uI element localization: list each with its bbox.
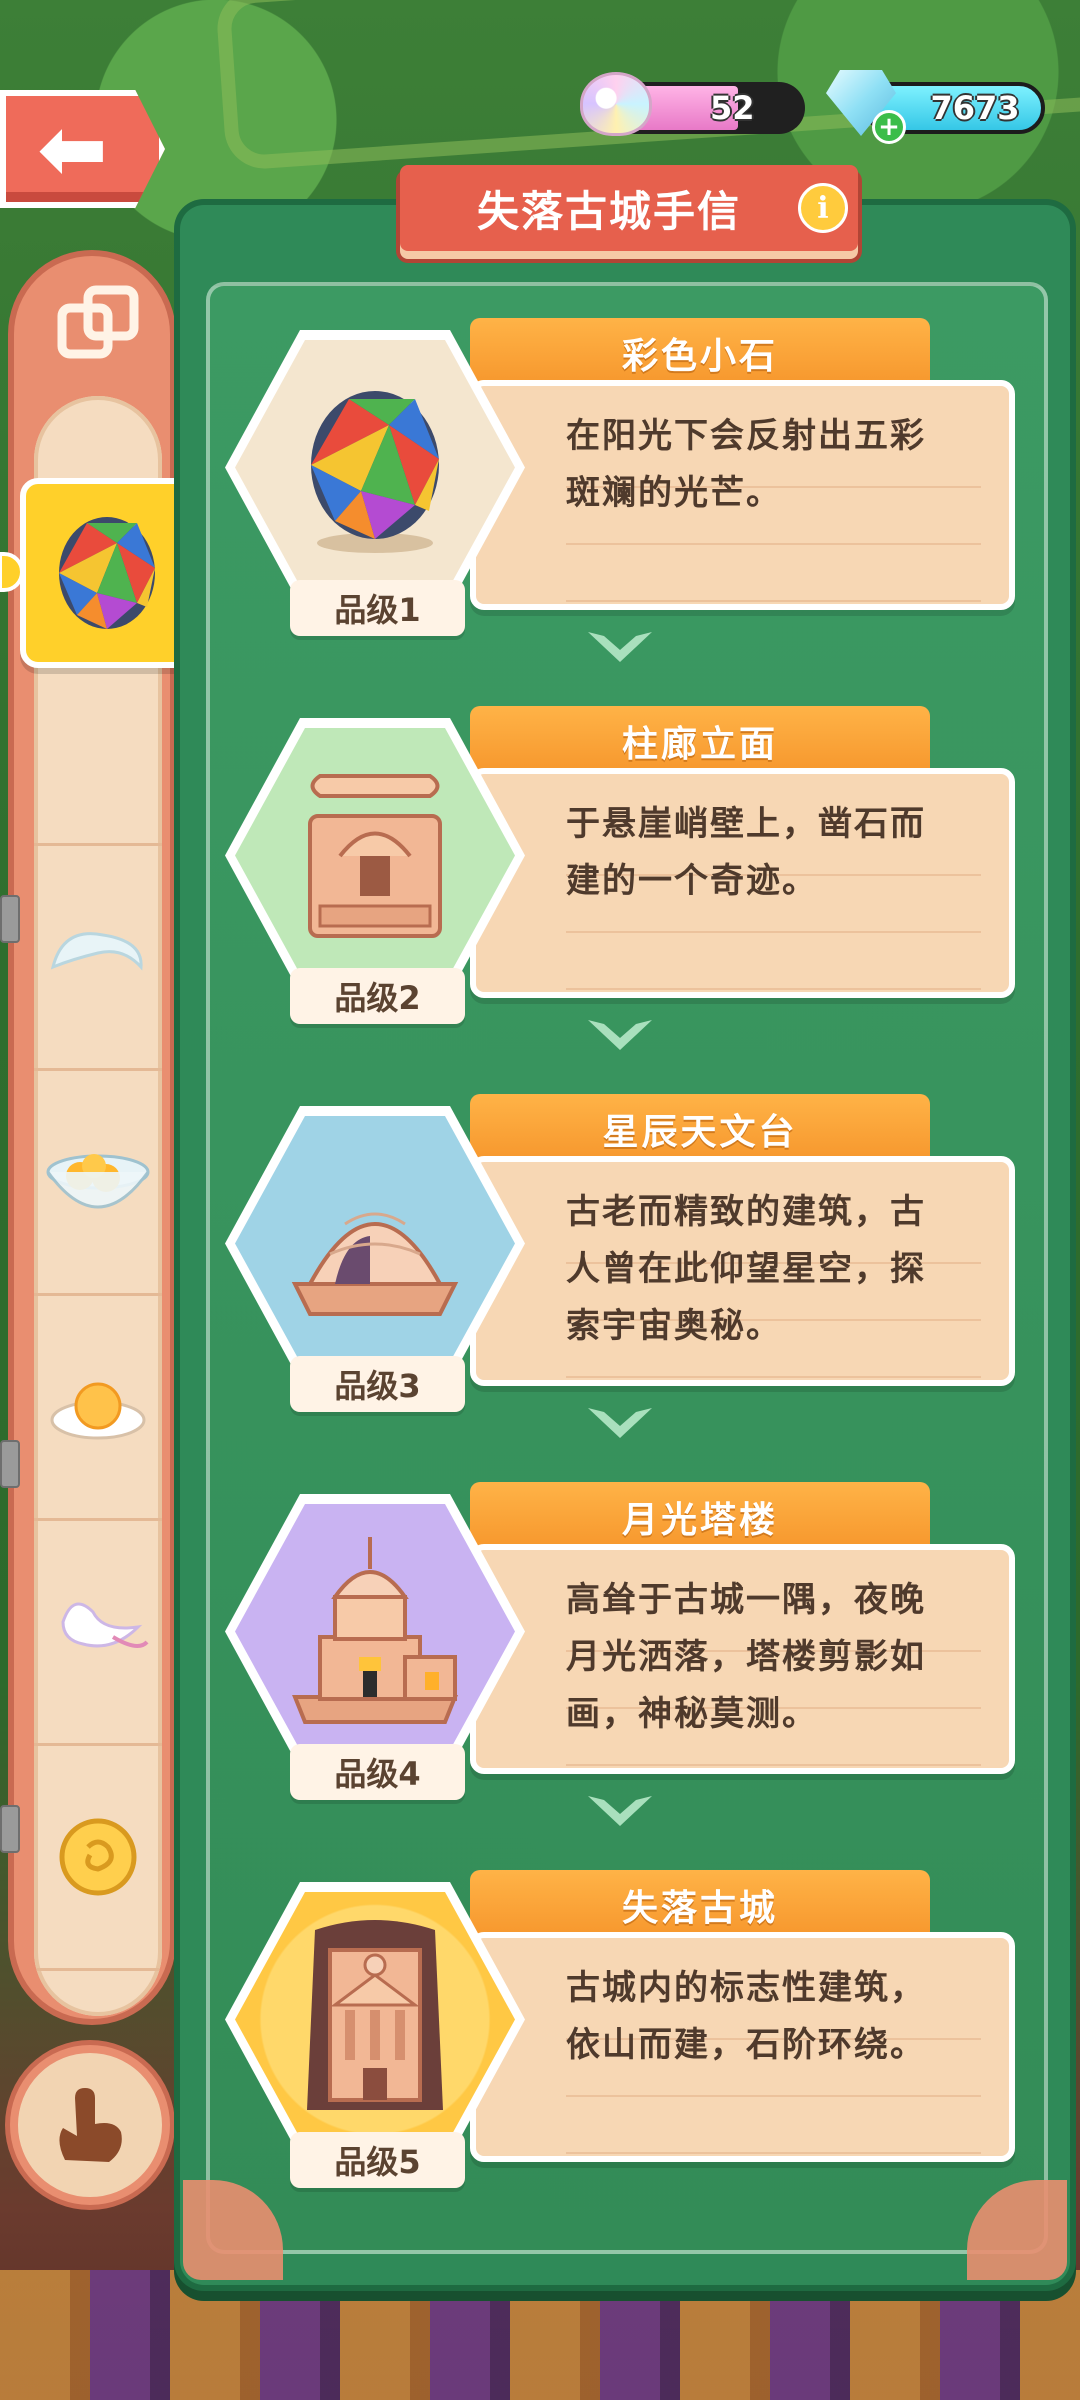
item-description-line: 在阳光下会反射出五彩: [566, 416, 926, 456]
switch-view-icon[interactable]: [52, 280, 144, 372]
item-name-tab: 彩色小石: [470, 318, 930, 388]
sidebar-item-cloud-swirl[interactable]: [34, 846, 162, 1071]
item-description-box: 高耸于古城一隅，夜晚 月光洒落，塔楼剪影如 画，神秘莫测。: [470, 1544, 1015, 1774]
lost-city-icon: [307, 1919, 443, 2110]
back-arrow-icon: ⬅: [37, 100, 108, 198]
item-name: 星辰天文台: [602, 1112, 798, 1153]
item-name: 柱廊立面: [621, 724, 778, 765]
sidebar-clip: [0, 1805, 20, 1853]
hand-pointer-icon: [59, 2088, 122, 2162]
item-description-line: 斑斓的光芒。: [566, 473, 782, 513]
colorful-stone-icon: [59, 517, 155, 629]
ruled-line: [566, 2152, 981, 2154]
grade-badge: 品级4: [290, 1744, 465, 1800]
item-description-line: 古城内的标志性建筑，: [566, 1968, 926, 2008]
sidebar-item-egg-bowl[interactable]: [34, 1071, 162, 1296]
gem-value: 7673: [930, 89, 1020, 127]
item-hex-background: [235, 1892, 515, 2147]
fried-egg-plate-icon: [50, 1382, 146, 1440]
colorful-stone-icon: [311, 390, 439, 553]
item-name-tab: 柱廊立面: [470, 706, 930, 776]
item-name: 月光塔楼: [621, 1500, 778, 1541]
chevron-down-icon: [588, 1020, 652, 1050]
sidebar-clip: [0, 1440, 20, 1488]
item-description-line: 于悬崖峭壁上，凿石而: [566, 804, 926, 844]
sidebar-item-golden-coin[interactable]: [34, 1746, 162, 1971]
ruled-line: [566, 988, 981, 990]
item-description-line: 索宇宙奥秘。: [566, 1306, 782, 1346]
info-icon[interactable]: i: [798, 183, 848, 233]
item-name: 彩色小石: [621, 336, 778, 377]
back-button[interactable]: ⬅: [0, 90, 165, 208]
item-description-line: 古老而精致的建筑，古: [566, 1192, 926, 1232]
market-stalls: [0, 2270, 1080, 2400]
white-bird-icon: [61, 1602, 149, 1648]
hand-pointer-button[interactable]: [10, 2045, 170, 2205]
grade-label: 品级4: [334, 1755, 421, 1793]
item-name-tab: 失落古城: [470, 1870, 930, 1940]
item-description-box: 古老而精致的建筑，古 人曾在此仰望星空，探 索宇宙奥秘。: [470, 1156, 1015, 1386]
item-description: 古城内的标志性建筑， 依山而建，石阶环绕。: [566, 1960, 981, 2074]
item-description-line: 月光洒落，塔楼剪影如: [566, 1637, 926, 1677]
sidebar-clip: [0, 895, 20, 943]
grade-label: 品级5: [334, 2143, 421, 2181]
item-description: 古老而精致的建筑，古 人曾在此仰望星空，探 索宇宙奥秘。: [566, 1184, 981, 1355]
chevron-down-icon: [588, 1408, 652, 1438]
cotton-candy-value: 52: [710, 89, 755, 127]
item-description-line: 建的一个奇迹。: [566, 861, 818, 901]
egg-bowl-icon: [46, 1154, 150, 1209]
item-description: 在阳光下会反射出五彩 斑斓的光芒。: [566, 408, 981, 522]
sidebar-item-fried-egg-plate[interactable]: [34, 1296, 162, 1521]
chevron-down-icon: [588, 1796, 652, 1826]
item-description: 高耸于古城一隅，夜晚 月光洒落，塔楼剪影如 画，神秘莫测。: [566, 1572, 981, 1743]
item-description-line: 人曾在此仰望星空，探: [566, 1249, 926, 1289]
item-card: 月光塔楼 高耸于古城一隅，夜晚 月光洒落，塔楼剪影如 画，神秘莫测。 品级4: [225, 1482, 1015, 1800]
item-description-box: 古城内的标志性建筑， 依山而建，石阶环绕。: [470, 1932, 1015, 2162]
item-description-box: 在阳光下会反射出五彩 斑斓的光芒。: [470, 380, 1015, 610]
item-description-box: 于悬崖峭壁上，凿石而 建的一个奇迹。: [470, 768, 1015, 998]
item-hex-background: [235, 1116, 515, 1371]
ruled-line: [566, 931, 981, 933]
grade-label: 品级1: [334, 591, 421, 629]
item-description-line: 画，神秘莫测。: [566, 1694, 818, 1734]
colonnade-facade-icon: [308, 773, 442, 938]
ruled-line: [566, 543, 981, 545]
item-description-line: 依山而建，石阶环绕。: [566, 2025, 926, 2065]
panel-title-banner: 失落古城手信 i: [400, 165, 858, 251]
ruled-line: [566, 1764, 981, 1766]
item-hex-background: [235, 1504, 515, 1759]
item-name-tab: 星辰天文台: [470, 1094, 930, 1164]
grade-label: 品级2: [334, 979, 421, 1017]
info-glyph: i: [817, 190, 829, 226]
item-name: 失落古城: [621, 1888, 778, 1929]
sidebar-item-white-bird[interactable]: [34, 1521, 162, 1746]
item-card: 彩色小石 在阳光下会反射出五彩 斑斓的光芒。 品级1: [225, 318, 1015, 636]
grade-badge: 品级1: [290, 580, 465, 636]
golden-coin-icon: [59, 1818, 137, 1896]
panel-title: 失落古城手信: [476, 186, 741, 236]
moonlight-tower-icon: [292, 1536, 458, 1724]
item-card: 柱廊立面 于悬崖峭壁上，凿石而 建的一个奇迹。 品级2: [225, 706, 1015, 1024]
observatory-icon: [291, 1212, 459, 1316]
item-description: 于悬崖峭壁上，凿石而 建的一个奇迹。: [566, 796, 981, 910]
grade-badge: 品级3: [290, 1356, 465, 1412]
cotton-candy-icon: [580, 72, 652, 136]
item-description-line: 高耸于古城一隅，夜晚: [566, 1580, 926, 1620]
sidebar-item-chocolate-pile[interactable]: [34, 1971, 162, 2016]
cloud-swirl-icon: [50, 932, 143, 971]
chevron-down-icon: [588, 632, 652, 662]
ruled-line: [566, 1376, 981, 1378]
gem-counter[interactable]: 7673: [865, 82, 1045, 134]
item-hex-background: [235, 340, 515, 595]
ruled-line: [566, 2095, 981, 2097]
grade-label: 品级3: [334, 1367, 421, 1405]
item-hex-background: [235, 728, 515, 983]
grade-badge: 品级2: [290, 968, 465, 1024]
grade-badge: 品级5: [290, 2132, 465, 2188]
ruled-line: [566, 600, 981, 602]
item-name-tab: 月光塔楼: [470, 1482, 930, 1552]
item-card: 失落古城 古城内的标志性建筑， 依山而建，石阶环绕。 品级5: [225, 1870, 1015, 2188]
sidebar-item-selected-colorful-stone[interactable]: [20, 478, 194, 668]
item-card: 星辰天文台 古老而精致的建筑，古 人曾在此仰望星空，探 索宇宙奥秘。 品级3: [225, 1094, 1015, 1412]
